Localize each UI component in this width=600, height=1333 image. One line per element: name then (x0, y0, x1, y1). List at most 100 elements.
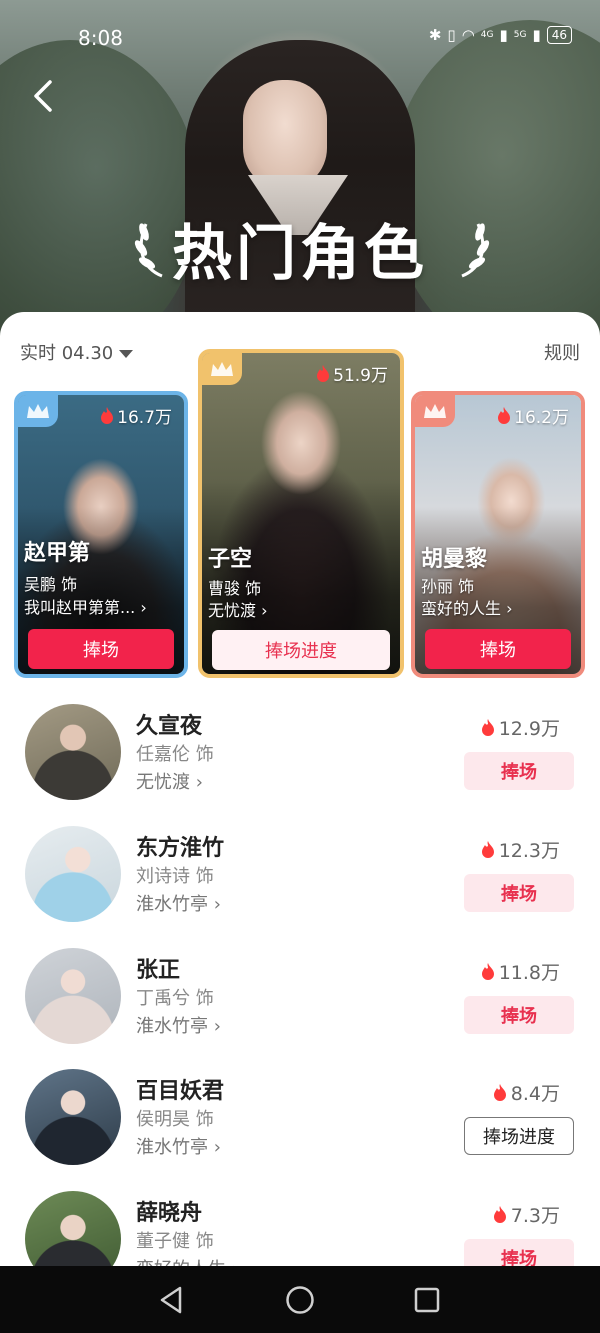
show-link[interactable]: 无忧渡 › (136, 768, 203, 794)
avatar (25, 1069, 121, 1165)
cheer-button[interactable]: 捧场 (28, 629, 174, 669)
heat-value: 7.3万 (510, 1205, 560, 1227)
nav-back-icon (160, 1286, 182, 1314)
signal-label-2: 5G (513, 30, 527, 40)
cheer-button[interactable]: 捧场 (464, 996, 574, 1034)
avatar (25, 826, 121, 922)
list-item[interactable]: 东方淮竹 刘诗诗 饰 淮水竹亭 › 12.3万 捧场 (0, 826, 600, 938)
heat-count: 12.3万 (481, 836, 560, 863)
laurel-icon (461, 223, 490, 278)
top-card-3[interactable]: 16.2万 胡曼黎 孙丽 饰 蛮好的人生 › 捧场 (411, 391, 585, 678)
show-link[interactable]: 淮水竹亭 › (136, 1012, 221, 1038)
crown-badge (415, 395, 455, 427)
character-name: 久宣夜 (136, 714, 203, 739)
rules-link[interactable]: 规则 (544, 339, 580, 365)
date-selector[interactable]: 实时 04.30 (20, 339, 134, 365)
date-label: 实时 04.30 (20, 343, 114, 364)
show-link[interactable]: 淮水竹亭 › (136, 1133, 221, 1159)
nav-recents-button[interactable] (411, 1284, 443, 1316)
flame-icon (498, 407, 511, 424)
heat-value: 12.9万 (498, 718, 560, 740)
nav-home-button[interactable] (284, 1284, 316, 1316)
flame-icon (317, 365, 330, 382)
actor-name: 丁禹兮 饰 (136, 988, 214, 1009)
actor-name: 董子健 饰 (136, 1231, 214, 1252)
chevron-right-icon: › (213, 1137, 221, 1158)
flame-icon (101, 407, 114, 424)
actor-name: 吴鹏 饰 (24, 575, 78, 594)
character-name: 赵甲第 (24, 541, 91, 566)
heat-value: 8.4万 (510, 1083, 560, 1105)
heat-count: 51.9万 (316, 361, 388, 386)
flame-icon (493, 1206, 506, 1223)
avatar (25, 948, 121, 1044)
show-link[interactable]: 蛮好的人生 › (421, 595, 513, 619)
actor-name: 侯明昊 饰 (136, 1109, 214, 1130)
chevron-right-icon: › (140, 598, 147, 617)
signal-icon: ▮ (532, 26, 541, 44)
nav-back-button[interactable] (156, 1284, 188, 1316)
show-link[interactable]: 我叫赵甲第第... › (24, 594, 147, 618)
crown-badge (202, 353, 242, 385)
heat-count: 7.3万 (493, 1201, 560, 1228)
flame-icon (481, 841, 494, 858)
character-name: 张正 (136, 958, 181, 983)
character-name: 子空 (208, 547, 253, 572)
cheer-progress-button[interactable]: 捧场进度 (464, 1117, 574, 1155)
hero-character-face (243, 80, 327, 190)
heat-value: 16.7万 (117, 408, 172, 428)
status-icons: ✱ ▯ ◠ 4G ▮ 5G ▮ 46 (429, 26, 572, 44)
crown-icon (211, 362, 233, 376)
heat-count: 16.2万 (497, 403, 569, 428)
chevron-right-icon: › (213, 894, 221, 915)
avatar (25, 704, 121, 800)
wifi-icon: ◠ (461, 26, 475, 44)
character-name: 薛晓舟 (136, 1201, 203, 1226)
chevron-right-icon: › (506, 599, 513, 618)
actor-name: 刘诗诗 饰 (136, 866, 214, 887)
heat-value: 12.3万 (498, 840, 560, 862)
heat-value: 51.9万 (333, 366, 388, 386)
flame-icon (481, 719, 494, 736)
page-title: 热门角色 (172, 219, 428, 289)
heat-value: 11.8万 (498, 962, 560, 984)
system-navigation-bar (0, 1266, 600, 1333)
heat-count: 16.7万 (100, 403, 172, 428)
show-link[interactable]: 淮水竹亭 › (136, 890, 221, 916)
chevron-right-icon: › (213, 1016, 221, 1037)
cheer-button[interactable]: 捧场 (464, 874, 574, 912)
show-link[interactable]: 无忧渡 › (208, 597, 268, 621)
status-bar: 8:08 ✱ ▯ ◠ 4G ▮ 5G ▮ 46 (0, 22, 600, 52)
signal-icon: ▮ (499, 26, 508, 44)
list-item[interactable]: 张正 丁禹兮 饰 淮水竹亭 › 11.8万 捧场 (0, 948, 600, 1060)
list-item[interactable]: 百目妖君 侯明昊 饰 淮水竹亭 › 8.4万 捧场进度 (0, 1069, 600, 1181)
chevron-right-icon: › (195, 772, 203, 793)
top-card-1[interactable]: 51.9万 子空 曹骏 饰 无忧渡 › 捧场进度 (198, 349, 404, 678)
vibrate-icon: ▯ (447, 26, 456, 44)
actor-name: 任嘉伦 饰 (136, 744, 214, 765)
status-time: 8:08 (78, 26, 123, 50)
signal-label-1: 4G (480, 30, 494, 40)
heat-count: 8.4万 (493, 1079, 560, 1106)
actor-name: 曹骏 饰 (208, 579, 262, 598)
list-item[interactable]: 久宣夜 任嘉伦 饰 无忧渡 › 12.9万 捧场 (0, 704, 600, 816)
top-card-2[interactable]: 16.7万 赵甲第 吴鹏 饰 我叫赵甲第第... › 捧场 (14, 391, 188, 678)
actor-name: 孙丽 饰 (421, 577, 475, 596)
character-name: 东方淮竹 (136, 836, 225, 861)
character-name: 百目妖君 (136, 1079, 225, 1104)
heat-count: 11.8万 (481, 958, 560, 985)
chevron-right-icon: › (261, 601, 268, 620)
bluetooth-icon: ✱ (428, 26, 442, 44)
heat-value: 16.2万 (514, 408, 569, 428)
caret-down-icon (119, 350, 134, 358)
cheer-button[interactable]: 捧场 (464, 752, 574, 790)
flame-icon (493, 1084, 506, 1101)
crown-icon (424, 404, 446, 418)
cheer-button[interactable]: 捧场 (425, 629, 571, 669)
back-button[interactable] (28, 76, 62, 116)
back-arrow-icon (34, 80, 52, 112)
crown-badge (18, 395, 58, 427)
cheer-progress-button[interactable]: 捧场进度 (212, 630, 390, 670)
flame-icon (481, 963, 494, 980)
crown-icon (27, 404, 49, 418)
